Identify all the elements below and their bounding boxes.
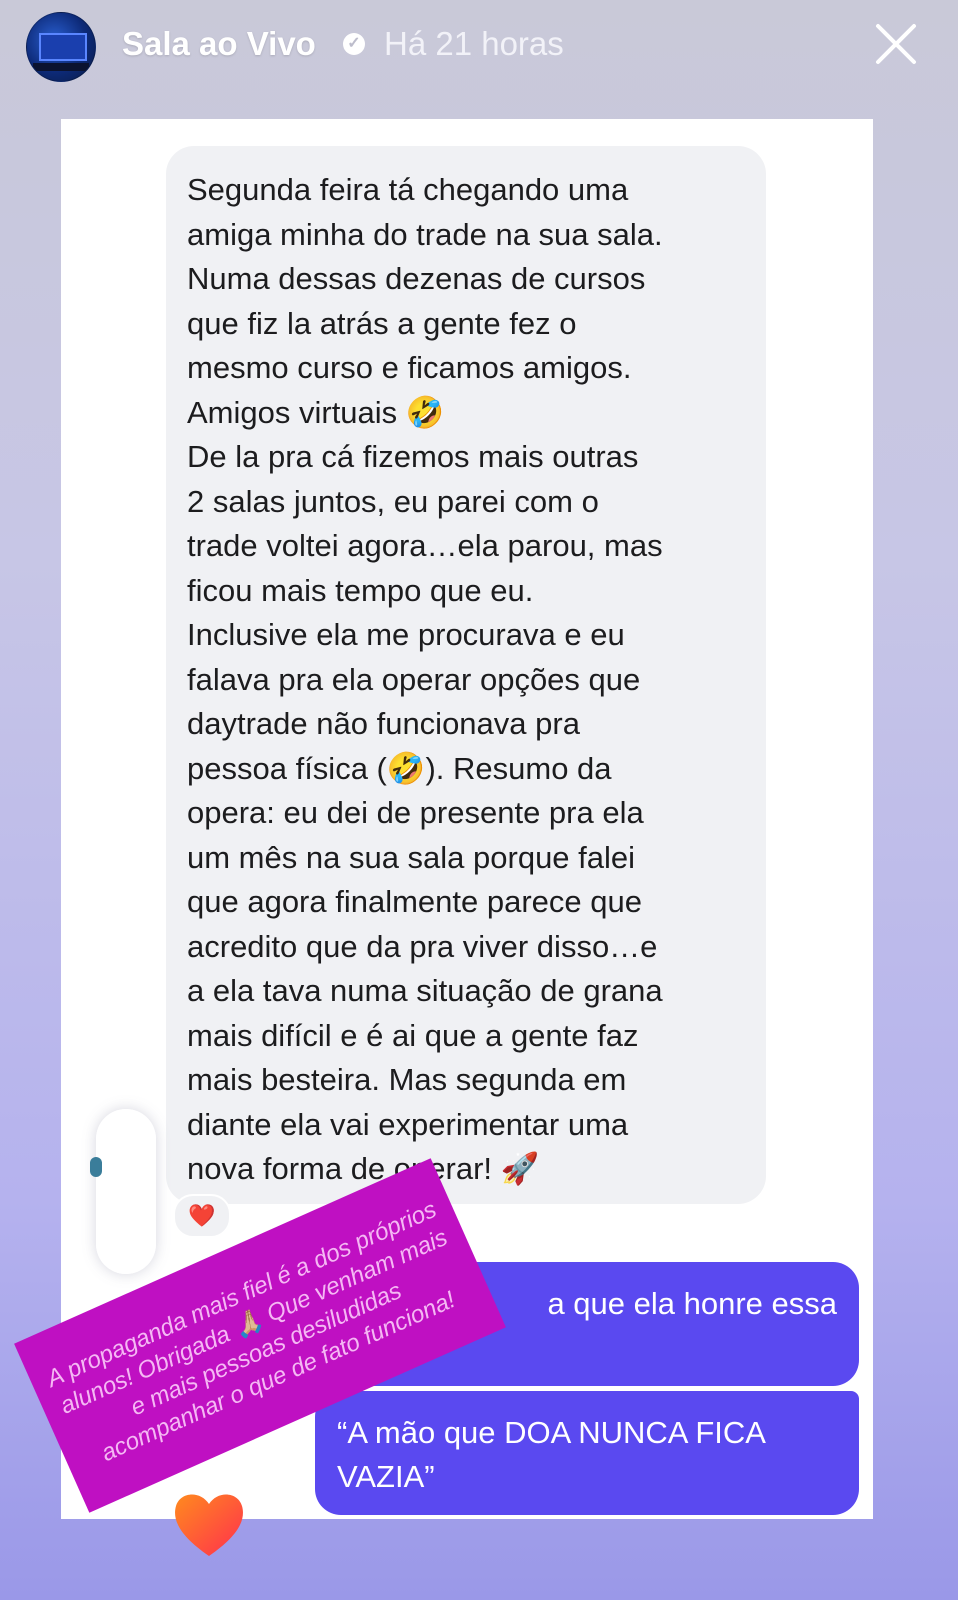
incoming-message-text: Segunda feira tá chegando uma amiga minh… xyxy=(187,172,663,1186)
avatar-desk-graphic xyxy=(33,63,89,71)
story-header: Sala ao Vivo ✓ Há 21 horas xyxy=(0,0,958,96)
story-timestamp: Há 21 horas xyxy=(384,25,564,62)
avatar-monitor-graphic xyxy=(39,33,87,61)
sender-avatar-fragment xyxy=(90,1157,102,1177)
like-heart-icon[interactable] xyxy=(170,1488,248,1560)
close-icon[interactable] xyxy=(872,20,920,68)
text-sticker-wrapper: A propaganda mais fiel é a dos próprios … xyxy=(10,1158,510,1513)
incoming-message-bubble: Segunda feira tá chegando uma amiga minh… xyxy=(166,146,766,1204)
account-avatar[interactable] xyxy=(26,12,96,82)
account-name[interactable]: Sala ao Vivo xyxy=(122,25,316,63)
verified-icon: ✓ xyxy=(343,33,365,55)
text-sticker: A propaganda mais fiel é a dos próprios … xyxy=(14,1158,506,1513)
